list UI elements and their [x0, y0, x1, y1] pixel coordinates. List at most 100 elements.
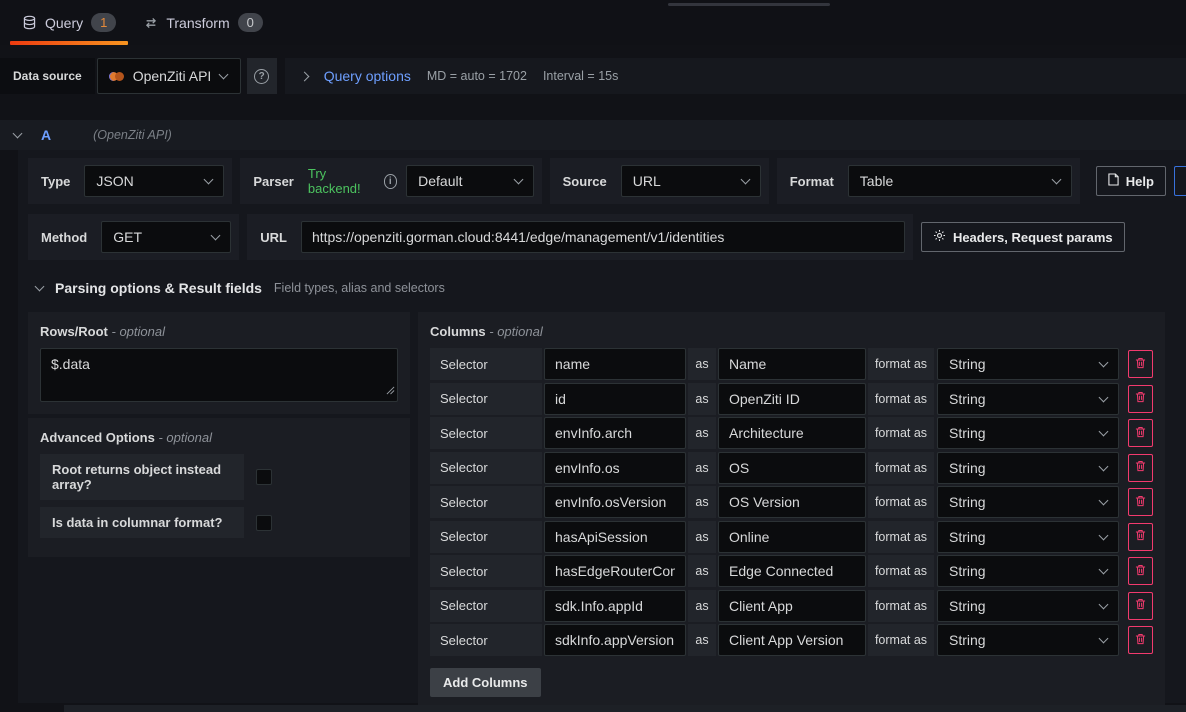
- selector-input[interactable]: [544, 555, 686, 587]
- chevron-down-icon: [204, 175, 214, 185]
- alias-input[interactable]: [718, 555, 866, 587]
- add-columns-button[interactable]: Add Columns: [430, 668, 541, 697]
- query-row-header[interactable]: A (OpenZiti API): [0, 120, 1186, 150]
- format-label: Format: [785, 174, 839, 189]
- column-row: Selector as format as String: [430, 452, 1153, 484]
- chevron-down-icon: [1099, 634, 1109, 644]
- selector-input[interactable]: [544, 521, 686, 553]
- headers-params-button[interactable]: Headers, Request params: [921, 222, 1125, 252]
- tab-query[interactable]: Query 1: [8, 0, 130, 45]
- type-group: Type JSON: [28, 158, 232, 204]
- format-type-select[interactable]: String: [937, 486, 1119, 518]
- transform-arrows-icon: [144, 16, 158, 30]
- alias-input[interactable]: [718, 417, 866, 449]
- delete-column-button[interactable]: [1128, 626, 1153, 654]
- selector-label: Selector: [430, 417, 542, 449]
- datasource-help-button[interactable]: ?: [247, 58, 277, 94]
- chevron-down-icon: [1099, 461, 1109, 471]
- selector-input[interactable]: [544, 348, 686, 380]
- as-label: as: [688, 452, 716, 484]
- datasource-value: OpenZiti API: [133, 68, 212, 84]
- chevron-down-icon: [740, 175, 750, 185]
- format-as-label: format as: [868, 383, 934, 415]
- format-type-select[interactable]: String: [937, 590, 1119, 622]
- selector-input[interactable]: [544, 417, 686, 449]
- delete-column-button[interactable]: [1128, 523, 1153, 551]
- try-backend-hint: Try backend!: [308, 166, 375, 196]
- selector-input[interactable]: [544, 383, 686, 415]
- columns-panel: Columns - optional Selector as format as…: [418, 312, 1165, 711]
- alias-input[interactable]: [718, 590, 866, 622]
- selector-label: Selector: [430, 383, 542, 415]
- chevron-down-icon: [35, 282, 45, 292]
- delete-column-button[interactable]: [1128, 557, 1153, 585]
- resize-grip-icon[interactable]: [386, 383, 395, 398]
- method-select[interactable]: GET: [101, 221, 231, 253]
- trash-icon: [1135, 357, 1146, 372]
- source-select[interactable]: URL: [621, 165, 761, 197]
- request-row: Method GET URL Headers, Request params: [28, 214, 1165, 260]
- document-icon: [1108, 173, 1119, 189]
- as-label: as: [688, 417, 716, 449]
- format-type-select[interactable]: String: [937, 417, 1119, 449]
- column-row: Selector as format as String: [430, 590, 1153, 622]
- delete-column-button[interactable]: [1128, 385, 1153, 413]
- format-as-label: format as: [868, 555, 934, 587]
- chevron-down-icon: [513, 175, 523, 185]
- selector-input[interactable]: [544, 624, 686, 656]
- query-options-toggle[interactable]: Query options: [324, 68, 411, 84]
- delete-column-button[interactable]: [1128, 592, 1153, 620]
- advanced-option-label: Root returns object instead array?: [40, 454, 244, 500]
- as-label: as: [688, 590, 716, 622]
- selector-input[interactable]: [544, 486, 686, 518]
- rows-root-input[interactable]: $.data: [40, 348, 398, 402]
- column-row: Selector as format as String: [430, 624, 1153, 656]
- format-select[interactable]: Table: [848, 165, 1072, 197]
- format-type-select[interactable]: String: [937, 452, 1119, 484]
- type-select[interactable]: JSON: [84, 165, 224, 197]
- alias-input[interactable]: [718, 624, 866, 656]
- github-button[interactable]: Github: [1174, 166, 1186, 196]
- format-type-select[interactable]: String: [937, 383, 1119, 415]
- selector-label: Selector: [430, 452, 542, 484]
- delete-column-button[interactable]: [1128, 488, 1153, 516]
- format-type-select[interactable]: String: [937, 521, 1119, 553]
- alias-input[interactable]: [718, 486, 866, 518]
- as-label: as: [688, 521, 716, 553]
- gear-icon: [933, 229, 946, 245]
- query-datasource-hint: (OpenZiti API): [93, 128, 172, 142]
- alias-input[interactable]: [718, 348, 866, 380]
- tab-query-label: Query: [45, 15, 83, 31]
- help-button[interactable]: Help: [1096, 166, 1166, 196]
- format-type-select[interactable]: String: [937, 624, 1119, 656]
- advanced-options-list: Root returns object instead array? Is da…: [40, 454, 398, 538]
- url-input[interactable]: [301, 221, 905, 253]
- alias-input[interactable]: [718, 383, 866, 415]
- format-type-select[interactable]: String: [937, 348, 1119, 380]
- parser-select[interactable]: Default: [406, 165, 534, 197]
- question-circle-icon: ?: [254, 69, 269, 84]
- selector-label: Selector: [430, 521, 542, 553]
- format-as-label: format as: [868, 486, 934, 518]
- selector-input[interactable]: [544, 590, 686, 622]
- advanced-options-title: Advanced Options - optional: [40, 430, 398, 445]
- chevron-right-icon[interactable]: [299, 71, 309, 81]
- delete-column-button[interactable]: [1128, 350, 1153, 378]
- alias-input[interactable]: [718, 452, 866, 484]
- parsing-panels: Rows/Root - optional $.data Advanced Opt…: [28, 312, 1165, 711]
- tab-transform[interactable]: Transform 0: [130, 0, 277, 45]
- advanced-options-panel: Advanced Options - optional Root returns…: [28, 418, 410, 557]
- advanced-option-checkbox[interactable]: [256, 515, 272, 531]
- delete-column-button[interactable]: [1128, 454, 1153, 482]
- alias-input[interactable]: [718, 521, 866, 553]
- trash-icon: [1135, 460, 1146, 475]
- selector-input[interactable]: [544, 452, 686, 484]
- as-label: as: [688, 348, 716, 380]
- parsing-section-header[interactable]: Parsing options & Result fields Field ty…: [36, 280, 1165, 296]
- advanced-option-checkbox[interactable]: [256, 469, 272, 485]
- datasource-picker[interactable]: OpenZiti API: [97, 58, 241, 94]
- format-type-select[interactable]: String: [937, 555, 1119, 587]
- column-row: Selector as format as String: [430, 417, 1153, 449]
- delete-column-button[interactable]: [1128, 419, 1153, 447]
- format-as-label: format as: [868, 452, 934, 484]
